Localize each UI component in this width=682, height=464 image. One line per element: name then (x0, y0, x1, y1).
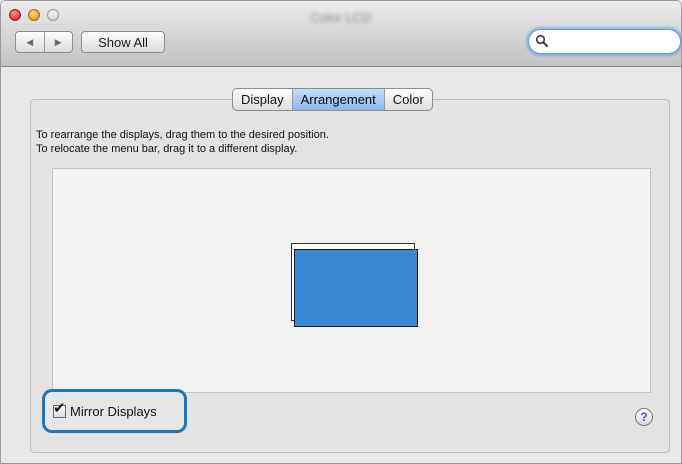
instruction-line-rearrange: To rearrange the displays, drag them to … (36, 129, 329, 141)
search-field[interactable] (528, 29, 681, 54)
forward-button[interactable]: ▶ (43, 32, 73, 52)
tab-color[interactable]: Color (383, 89, 432, 110)
checkmark-icon: ✔ (53, 398, 66, 417)
mirror-displays-checkbox[interactable]: ✔ (53, 400, 66, 418)
help-icon[interactable]: ? (635, 408, 653, 426)
tab-display[interactable]: Display (233, 89, 292, 110)
preferences-content: Display Arrangement Color To rearrange t… (1, 67, 681, 463)
show-all-button[interactable]: Show All (81, 31, 165, 53)
window-title: Color LCD (310, 10, 372, 25)
search-input[interactable] (551, 32, 671, 50)
instructions-text: To rearrange the displays, drag them to … (36, 128, 329, 156)
mirror-displays-highlight: ✔ Mirror Displays (42, 389, 187, 433)
preferences-window: Color LCD ◀ ▶ Show All Display Arrangeme… (0, 0, 682, 464)
back-button[interactable]: ◀ (16, 32, 44, 52)
back-forward-control: ◀ ▶ (15, 31, 73, 53)
mirror-displays-label[interactable]: Mirror Displays (70, 404, 157, 419)
tab-bar: Display Arrangement Color (232, 88, 433, 111)
display-thumbnail[interactable] (294, 249, 418, 327)
title-bar: Color LCD ◀ ▶ Show All (1, 1, 681, 67)
tab-arrangement[interactable]: Arrangement (291, 89, 384, 110)
display-arrangement-area (52, 168, 651, 393)
instruction-line-menu-bar: To relocate the menu bar, drag it to a d… (36, 143, 298, 155)
search-icon (535, 34, 548, 47)
